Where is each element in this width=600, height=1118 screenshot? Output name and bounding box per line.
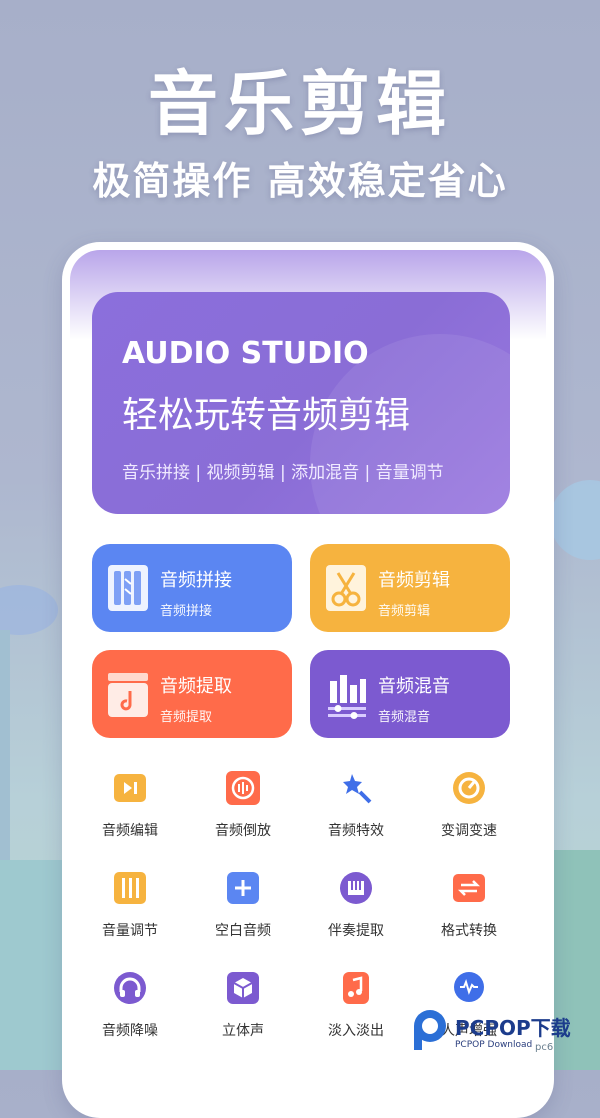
- tool-pitch-speed[interactable]: 变调变速: [414, 770, 524, 840]
- tool-audio-effects[interactable]: 音频特效: [301, 770, 411, 840]
- tool-label: 音频特效: [328, 823, 384, 839]
- watermark-subtitle: PCPOP Download: [455, 1040, 533, 1050]
- card-subtitle: 音频混音: [378, 710, 431, 725]
- speed-dial-icon: [453, 772, 485, 804]
- background-building: [0, 860, 65, 1070]
- headphones-icon: [114, 972, 146, 1004]
- tool-label: 空白音频: [215, 923, 271, 939]
- music-box-icon: [108, 673, 148, 717]
- piano-icon: [340, 872, 372, 904]
- card-subtitle: 音频剪辑: [378, 604, 431, 619]
- tool-format-convert[interactable]: 格式转换: [414, 870, 524, 940]
- card-audio-cut[interactable]: 音频剪辑 音频剪辑: [310, 544, 510, 632]
- card-title: 音频剪辑: [378, 570, 450, 591]
- tool-label: 音频倒放: [215, 823, 271, 839]
- rewind-circle-icon: [226, 771, 260, 805]
- magic-wand-icon: [343, 774, 372, 804]
- card-audio-splice[interactable]: 音频拼接 音频拼接: [92, 544, 292, 632]
- tool-noise-reduction[interactable]: 音频降噪: [75, 970, 185, 1040]
- card-audio-extract[interactable]: 音频提取 音频提取: [92, 650, 292, 738]
- card-title: 音频提取: [160, 676, 232, 697]
- tool-stereo[interactable]: 立体声: [188, 970, 298, 1040]
- cube-icon: [227, 972, 259, 1004]
- phone-frame: AUDIO STUDIO 轻松玩转音频剪辑 音乐拼接 | 视频剪辑 | 添加混音…: [62, 242, 554, 1118]
- tool-label: 格式转换: [441, 923, 497, 939]
- tool-fade-in-out[interactable]: 淡入淡出: [301, 970, 411, 1040]
- tool-label: 音频降噪: [102, 1023, 158, 1039]
- promo-subheadline: 极简操作 高效稳定省心: [92, 159, 508, 203]
- waveform-bubble-icon: [454, 972, 484, 1002]
- volume-sliders-icon: [114, 872, 146, 904]
- plus-square-icon: [227, 872, 259, 904]
- background-cloud: [0, 585, 58, 635]
- banner-title: AUDIO STUDIO: [122, 336, 369, 371]
- scissors-icon: [326, 565, 366, 611]
- card-title: 音频混音: [378, 676, 450, 697]
- tool-label: 立体声: [222, 1023, 264, 1039]
- play-card-icon: [114, 774, 146, 802]
- banner-slogan: 轻松玩转音频剪辑: [122, 395, 411, 436]
- music-note-icon: [343, 972, 369, 1004]
- promo-headline: 音乐剪辑: [148, 63, 452, 145]
- card-subtitle: 音频提取: [160, 710, 213, 725]
- card-audio-mix[interactable]: 音频混音 音频混音: [310, 650, 510, 738]
- hero-banner[interactable]: AUDIO STUDIO 轻松玩转音频剪辑 音乐拼接 | 视频剪辑 | 添加混音…: [92, 292, 510, 514]
- card-subtitle: 音频拼接: [160, 604, 213, 619]
- tool-label: 伴奏提取: [328, 923, 384, 939]
- convert-icon: [453, 874, 485, 902]
- tool-volume-adjust[interactable]: 音量调节: [75, 870, 185, 940]
- card-title: 音频拼接: [160, 570, 232, 591]
- stack-bars-icon: [108, 565, 148, 611]
- tool-accompaniment-extract[interactable]: 伴奏提取: [301, 870, 411, 940]
- background-cloud: [550, 480, 600, 560]
- tool-audio-reverse[interactable]: 音频倒放: [188, 770, 298, 840]
- watermark: PCPOP下载 PCPOP Download pc6: [410, 1006, 600, 1067]
- pcpop-logo-icon: [414, 1010, 446, 1050]
- watermark-brand: PCPOP下载: [455, 1016, 571, 1040]
- tool-blank-audio[interactable]: 空白音频: [188, 870, 298, 940]
- tool-label: 音频编辑: [102, 823, 158, 839]
- tool-label: 音量调节: [102, 923, 158, 939]
- tool-label: 变调变速: [441, 823, 497, 839]
- background-building: [0, 630, 10, 860]
- banner-tags: 音乐拼接 | 视频剪辑 | 添加混音 | 音量调节: [122, 463, 444, 483]
- watermark-corner: pc6: [535, 1042, 554, 1053]
- tool-audio-edit[interactable]: 音频编辑: [75, 770, 185, 840]
- tool-label: 淡入淡出: [328, 1023, 384, 1039]
- equalizer-icon: [328, 675, 366, 719]
